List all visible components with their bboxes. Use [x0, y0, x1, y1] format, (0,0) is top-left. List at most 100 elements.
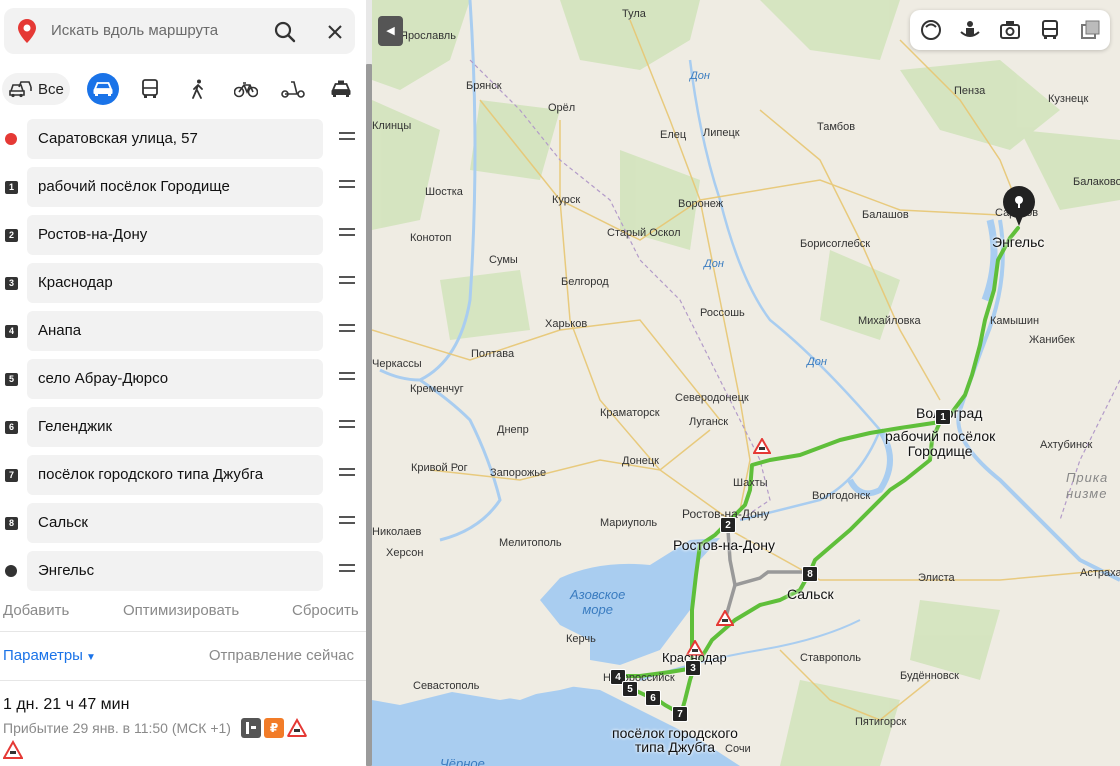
route-city-label: посёлок городского типа Джубга — [612, 725, 738, 755]
map-canvas[interactable] — [372, 0, 1120, 766]
route-marker-6[interactable]: 6 — [645, 690, 661, 706]
drag-handle-icon[interactable] — [339, 516, 355, 530]
route-marker-3[interactable]: 3 — [685, 660, 701, 676]
waypoint-row-5: 5 село Абрау-Дюрсо — [0, 359, 366, 399]
mode-taxi-button[interactable] — [325, 73, 357, 105]
mode-bike-button[interactable] — [230, 73, 262, 105]
route-marker-7[interactable]: 7 — [672, 706, 688, 722]
route-marker-8[interactable]: 8 — [802, 566, 818, 582]
map-city-label: Михайловка — [858, 315, 921, 327]
map-city-label: Будённовск — [900, 670, 959, 682]
search-input[interactable]: Искать вдоль маршрута — [51, 22, 218, 39]
route-marker-2[interactable]: 2 — [720, 517, 736, 533]
drag-handle-icon[interactable] — [339, 324, 355, 338]
add-waypoint-button[interactable]: Добавить — [3, 602, 69, 619]
map-layer — [372, 0, 1120, 766]
map-city-label: Кривой Рог — [411, 462, 468, 474]
route-city-label: Ростов-на-Дону — [673, 537, 775, 553]
camera-icon[interactable] — [998, 18, 1022, 42]
transit-icon[interactable] — [1038, 18, 1062, 42]
finish-pin[interactable] — [1003, 186, 1035, 226]
drag-handle-icon[interactable] — [339, 276, 355, 290]
waypoint-input[interactable]: Ростов-на-Дону — [27, 215, 323, 255]
departure-time-button[interactable]: Отправление сейчас — [209, 647, 354, 664]
mode-bus-button[interactable] — [134, 73, 166, 105]
waypoint-input[interactable]: Анапа — [27, 311, 323, 351]
optimize-button[interactable]: Оптимизировать — [123, 602, 239, 619]
map-city-label: Донецк — [622, 455, 659, 467]
map-city-label: Пенза — [954, 85, 986, 97]
search-icon[interactable] — [272, 19, 298, 45]
map-city-label: Конотоп — [410, 232, 452, 244]
map-city-label: Херсон — [386, 547, 424, 559]
drag-handle-icon[interactable] — [339, 180, 355, 194]
waypoint-row-end: Энгельс — [0, 551, 366, 591]
map-city-label: Шостка — [425, 186, 463, 198]
map-city-label: Мелитополь — [499, 537, 562, 549]
panorama-icon[interactable] — [958, 18, 982, 42]
sea-label: Чёрное — [440, 756, 485, 766]
map-city-label: Ставрополь — [800, 652, 862, 664]
location-pin-icon — [18, 19, 36, 43]
waypoint-input[interactable]: Энгельс — [27, 551, 323, 591]
waypoint-input[interactable]: село Абрау-Дюрсо — [27, 359, 323, 399]
map-city-label: Воронеж — [678, 198, 724, 210]
route-search-bar[interactable]: Искать вдоль маршрута — [4, 8, 355, 54]
car-icon — [93, 82, 113, 96]
map-city-label: Клинцы — [372, 120, 412, 132]
drag-handle-icon[interactable] — [339, 564, 355, 578]
collapse-sidebar-button[interactable]: ◀ — [378, 16, 403, 46]
waypoint-row-4: 4 Анапа — [0, 311, 366, 351]
parameters-button[interactable]: Параметры ▼ — [3, 647, 96, 664]
drag-handle-icon[interactable] — [339, 420, 355, 434]
route-marker-5[interactable]: 5 — [622, 681, 638, 697]
paid-road-icon: ₽ — [264, 718, 284, 738]
map-city-label: Кременчуг — [410, 383, 464, 395]
layers-icon[interactable] — [1078, 18, 1102, 42]
mode-car-button[interactable] — [87, 73, 119, 105]
map-city-label: Керчь — [566, 633, 596, 645]
toll-road-icon — [241, 718, 261, 738]
drag-handle-icon[interactable] — [339, 468, 355, 482]
map-city-label: Орёл — [548, 102, 576, 114]
drag-handle-icon[interactable] — [339, 132, 355, 146]
mode-all-button[interactable]: Все — [2, 73, 70, 105]
sea-label: Азовское море — [570, 587, 626, 617]
road-warning-icon[interactable] — [716, 610, 734, 626]
waypoint-number-badge: 2 — [5, 229, 18, 242]
drag-handle-icon[interactable] — [339, 228, 355, 242]
river-label: Дон — [690, 70, 710, 82]
waypoint-row-2: 2 Ростов-на-Дону — [0, 215, 366, 255]
waypoint-input[interactable]: Сальск — [27, 503, 323, 543]
map-city-label: Жанибек — [1029, 334, 1075, 346]
map-city-label: Элиста — [918, 572, 955, 584]
drag-handle-icon[interactable] — [339, 372, 355, 386]
road-warning-icon[interactable] — [753, 438, 771, 454]
transport-mode-bar: Все — [0, 70, 366, 108]
waypoint-row-8: 8 Сальск — [0, 503, 366, 543]
parameters-label: Параметры — [3, 647, 83, 664]
waypoint-input[interactable]: Краснодар — [27, 263, 323, 303]
waypoint-input[interactable]: Саратовская улица, 57 — [27, 119, 323, 159]
taxi-icon — [331, 80, 351, 97]
traffic-icon[interactable] — [919, 18, 943, 42]
waypoint-number-badge: 1 — [5, 181, 18, 194]
river-label: Дон — [807, 356, 827, 368]
waypoint-input[interactable]: рабочий посёлок Городище — [27, 167, 323, 207]
reset-button[interactable]: Сбросить — [292, 602, 359, 619]
waypoint-input[interactable]: посёлок городского типа Джубга — [27, 455, 323, 495]
map-city-label: Севастополь — [413, 680, 480, 692]
route-marker-1[interactable]: 1 — [935, 409, 951, 425]
mode-walk-button[interactable] — [182, 73, 214, 105]
map-city-label: Тула — [622, 8, 646, 20]
map-city-label: Брянск — [466, 80, 502, 92]
map-city-label: Николаев — [372, 526, 422, 538]
map-city-label: Запорожье — [490, 467, 547, 479]
map-city-label: Мариуполь — [600, 517, 658, 529]
close-icon[interactable] — [322, 19, 348, 45]
waypoint-input[interactable]: Геленджик — [27, 407, 323, 447]
mode-scooter-button[interactable] — [277, 73, 309, 105]
map-city-label: Днепр — [497, 424, 529, 436]
map-city-label: Астрахань — [1080, 567, 1120, 579]
waypoint-number-badge: 5 — [5, 373, 18, 386]
